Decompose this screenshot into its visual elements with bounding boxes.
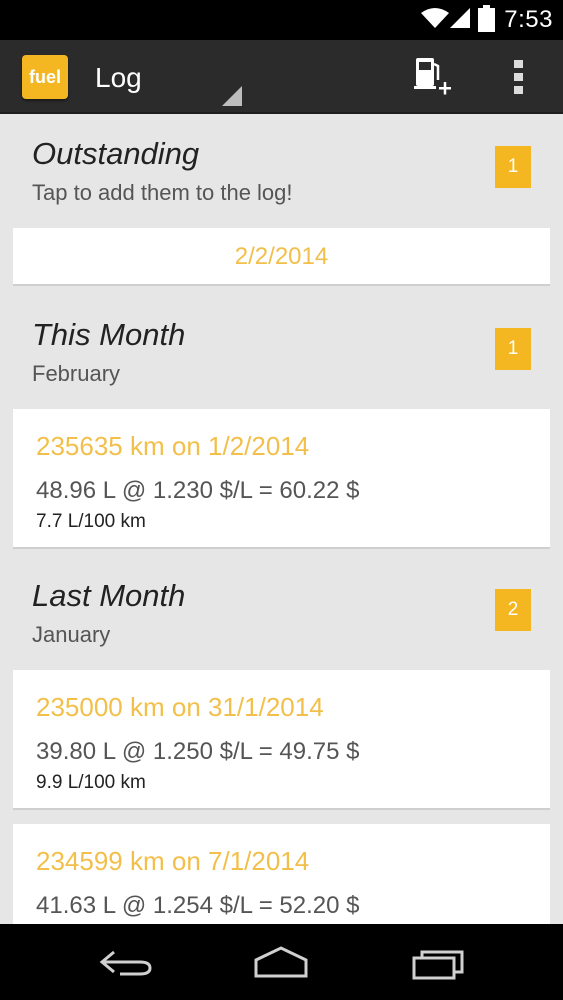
entry-efficiency: 9.9 L/100 km [36, 772, 146, 793]
signal-icon [450, 8, 470, 28]
battery-icon [478, 5, 495, 32]
action-bar: fuel Log [0, 40, 563, 114]
entry-calculation: 39.80 L @ 1.250 $/L = 49.75 $ [36, 738, 360, 765]
outstanding-date: 2/2/2014 [234, 243, 329, 270]
count-badge: 2 [495, 589, 531, 631]
entry-efficiency: 7.7 L/100 km [36, 511, 146, 532]
log-entry-card[interactable]: 234599 km on 7/1/2014 41.63 L @ 1.254 $/… [13, 824, 550, 924]
entry-calculation: 48.96 L @ 1.230 $/L = 60.22 $ [36, 477, 360, 504]
section-this-month: This Month February [0, 317, 563, 397]
back-icon[interactable] [90, 942, 160, 982]
page-title-spinner[interactable]: Log [95, 62, 142, 94]
fuel-pump-add-icon[interactable] [408, 54, 454, 98]
overflow-menu-icon[interactable] [506, 58, 532, 96]
section-outstanding: Outstanding Tap to add them to the log! [0, 136, 563, 216]
home-icon[interactable] [246, 942, 316, 982]
section-subtitle: Tap to add them to the log! [32, 180, 293, 205]
section-title: Last Month [32, 578, 186, 613]
entry-title: 235635 km on 1/2/2014 [36, 431, 310, 461]
count-badge: 1 [495, 146, 531, 188]
entry-title: 235000 km on 31/1/2014 [36, 692, 324, 722]
section-title: Outstanding [32, 136, 200, 171]
entry-calculation: 41.63 L @ 1.254 $/L = 52.20 $ [36, 892, 360, 919]
entry-title: 234599 km on 7/1/2014 [36, 846, 310, 876]
log-entry-card[interactable]: 235635 km on 1/2/2014 48.96 L @ 1.230 $/… [13, 409, 550, 549]
log-list[interactable]: Outstanding Tap to add them to the log! … [0, 116, 563, 924]
status-bar: 7:53 [0, 0, 563, 40]
wifi-icon [421, 8, 449, 28]
log-entry-card[interactable]: 235000 km on 31/1/2014 39.80 L @ 1.250 $… [13, 670, 550, 810]
recents-icon[interactable] [404, 942, 474, 982]
section-subtitle: February [32, 361, 121, 386]
status-time: 7:53 [504, 6, 553, 33]
outstanding-entry[interactable]: 2/2/2014 [13, 228, 550, 286]
spinner-indicator-icon[interactable] [222, 86, 242, 106]
app-logo[interactable]: fuel [22, 55, 68, 99]
count-badge: 1 [495, 328, 531, 370]
section-title: This Month [32, 317, 186, 352]
section-last-month: Last Month January [0, 578, 563, 658]
navigation-bar [0, 924, 563, 1000]
section-subtitle: January [32, 622, 111, 647]
